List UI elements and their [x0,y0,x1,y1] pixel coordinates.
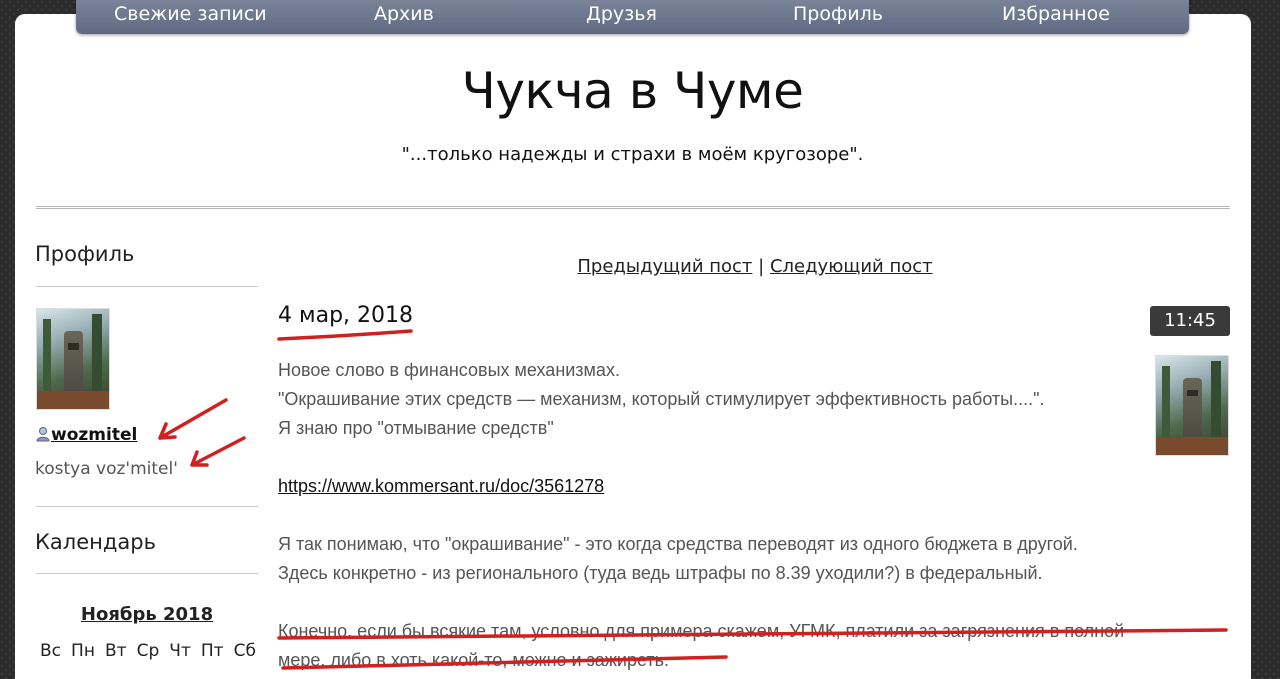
nav-friends[interactable]: Друзья [586,3,657,25]
post-date: 4 мар, 2018 [278,303,414,328]
nav-archive[interactable]: Архив [374,3,434,25]
post-time-badge: 11:45 [1150,306,1230,336]
username-link[interactable]: wozmitel [51,425,137,445]
post-line-highlighted: Конечно, если бы всякие там, условно для… [278,621,1125,641]
top-navigation: Свежие записи Архив Друзья Профиль Избра… [76,0,1189,34]
weekday-sun: Вс [40,641,62,661]
post-line: "Окрашивание этих средств — механизм, ко… [278,389,1045,409]
calendar-month-link[interactable]: Ноябрь 2018 [36,604,258,625]
next-post-link[interactable]: Следующий пост [770,256,933,277]
site-title: Чукча в Чуме [461,62,804,120]
post-body: Новое слово в финансовых механизмах. "Ок… [278,356,1238,675]
weekday-thu: Чт [169,641,191,661]
nav-favorites[interactable]: Избранное [1002,3,1110,25]
weekday-tue: Вт [104,641,127,661]
post-nav-separator: | [758,256,765,277]
weekday-sat: Сб [233,641,256,661]
profile-user-line: wozmitel [35,425,137,445]
weekday-fri: Пт [200,641,224,661]
nav-profile[interactable]: Профиль [793,3,883,25]
nav-fresh-posts[interactable]: Свежие записи [114,3,267,25]
profile-userpic[interactable] [36,308,110,410]
user-icon [36,427,50,442]
post-line: Я знаю про "отмывание средств" [278,418,554,438]
profile-fullname: kostya voz'mitel' [35,459,178,479]
calendar-divider [36,573,258,574]
site-subtitle: "...только надежды и страхи в моём круго… [401,144,864,165]
prev-post-link[interactable]: Предыдущий пост [577,256,752,277]
calendar-top-divider [36,506,258,507]
profile-divider [36,286,258,287]
header-divider [36,206,1230,209]
post-line: Здесь конкретно - из регионального (туда… [278,563,1043,583]
calendar-heading: Календарь [35,530,156,554]
post-line: Я так понимаю, что "окрашивание" - это к… [278,534,1078,554]
post-line-highlighted: мере, либо в хоть какой-то, можно и зажи… [278,650,669,670]
kommersant-link[interactable]: https://www.kommersant.ru/doc/3561278 [278,476,604,496]
post-navigation: Предыдущий пост | Следующий пост [0,256,1280,277]
weekday-wed: Ср [136,641,160,661]
weekday-mon: Пн [71,641,95,661]
calendar-weekdays: Вс Пн Вт Ср Чт Пт Сб [40,641,256,661]
post-line: Новое слово в финансовых механизмах. [278,360,620,380]
